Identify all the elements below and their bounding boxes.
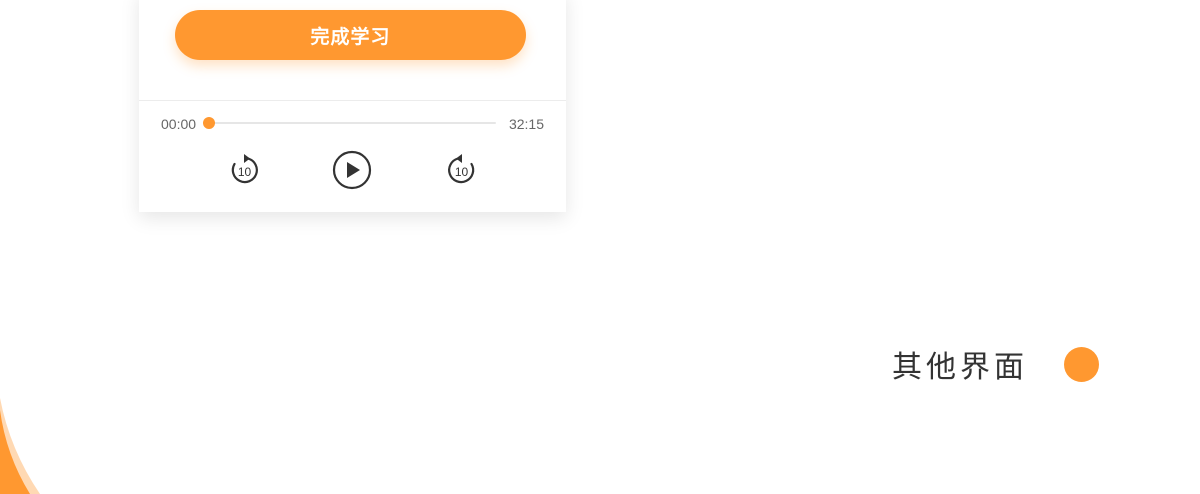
page: 完成学习 00:00 32:15 10 10 其他界面	[0, 0, 1200, 494]
corner-arc-decoration	[0, 398, 40, 494]
progress-thumb[interactable]	[203, 117, 215, 129]
progress-bar[interactable]	[203, 117, 496, 129]
total-time: 32:15	[508, 116, 544, 132]
play-icon	[332, 150, 372, 190]
forward-seconds-label: 10	[455, 165, 469, 179]
forward-10-icon: 10	[448, 154, 475, 184]
section-title: 其他界面	[892, 350, 1028, 385]
current-time: 00:00	[161, 116, 197, 132]
section-dot-marker	[1064, 347, 1099, 382]
audio-lesson-card: 完成学习 00:00 32:15 10 10	[139, 0, 566, 212]
player-divider	[139, 100, 566, 101]
rewind-10-icon: 10	[231, 154, 258, 184]
forward-10-button[interactable]: 10	[441, 150, 481, 190]
rewind-seconds-label: 10	[238, 165, 252, 179]
play-button[interactable]	[332, 150, 372, 190]
rewind-10-button[interactable]: 10	[225, 150, 265, 190]
complete-study-button[interactable]: 完成学习	[175, 10, 526, 60]
